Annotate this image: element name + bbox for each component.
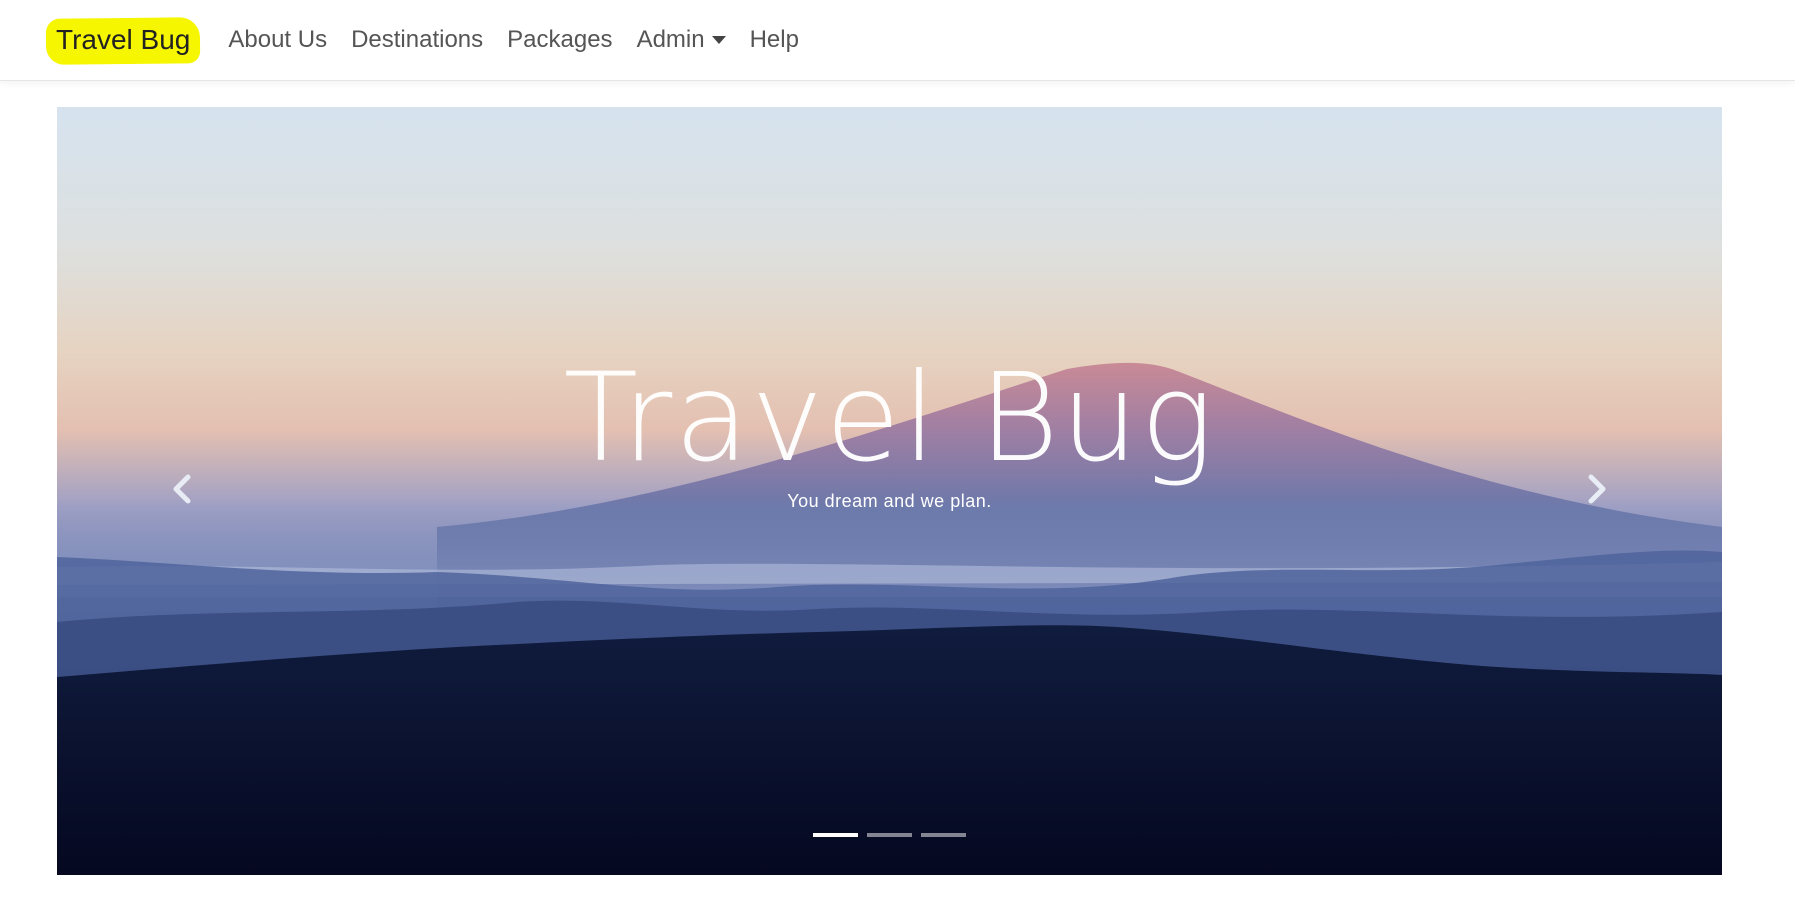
nav-destinations[interactable]: Destinations bbox=[351, 26, 483, 54]
carousel-caption: Travel Bug You dream and we plan. bbox=[57, 353, 1722, 512]
nav-about-us[interactable]: About Us bbox=[228, 26, 327, 54]
nav-help[interactable]: Help bbox=[750, 26, 799, 54]
brand-logo-link[interactable]: Travel Bug bbox=[46, 16, 200, 64]
carousel-indicators bbox=[57, 833, 1722, 837]
chevron-right-icon bbox=[1588, 474, 1606, 504]
hero-title: Travel Bug bbox=[563, 347, 1216, 489]
nav-admin-dropdown[interactable]: Admin bbox=[637, 26, 726, 54]
carousel-indicator-2[interactable] bbox=[867, 833, 912, 837]
hero-carousel: Travel Bug You dream and we plan. bbox=[57, 107, 1722, 875]
carousel-indicator-3[interactable] bbox=[921, 833, 966, 837]
carousel-prev-button[interactable] bbox=[162, 469, 202, 509]
nav-admin-label: Admin bbox=[636, 26, 705, 53]
chevron-left-icon bbox=[173, 474, 191, 504]
carousel-next-button[interactable] bbox=[1577, 469, 1617, 509]
top-navbar: Travel Bug About Us Destinations Package… bbox=[0, 0, 1795, 81]
nav-packages[interactable]: Packages bbox=[507, 26, 612, 54]
hero-subtitle: You dream and we plan. bbox=[787, 491, 992, 511]
carousel-indicator-1[interactable] bbox=[813, 833, 858, 837]
caret-down-icon bbox=[711, 36, 726, 44]
